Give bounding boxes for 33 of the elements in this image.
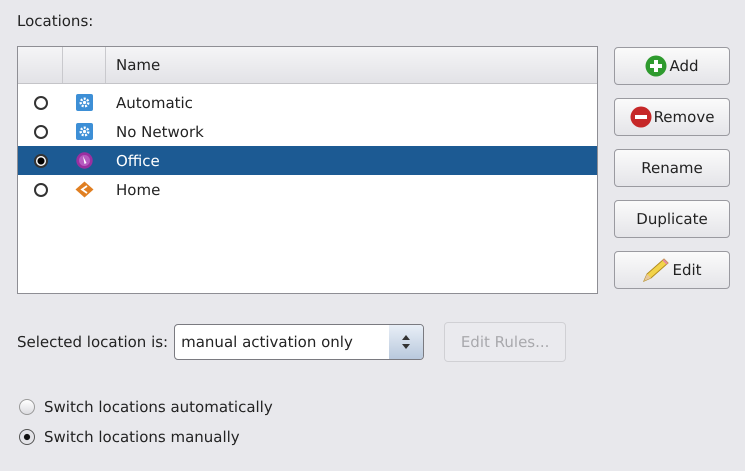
action-button[interactable]: Add	[614, 47, 730, 85]
action-button[interactable]: Remove	[614, 98, 730, 136]
location-name: Home	[115, 180, 160, 198]
location-name: Automatic	[115, 94, 193, 112]
location-row[interactable]: Office	[18, 146, 597, 175]
column-header[interactable]: Name	[106, 47, 160, 83]
radio-button[interactable]	[34, 154, 48, 168]
compass-icon	[76, 152, 93, 169]
action-button[interactable]: Rename	[614, 149, 730, 187]
option-label: Switch locations manually	[44, 428, 240, 446]
share-diamond-icon	[75, 181, 94, 198]
action-button[interactable]: Edit	[614, 251, 730, 289]
spinner-arrows-icon	[401, 334, 412, 350]
location-row[interactable]: No Network	[18, 117, 597, 146]
location-name: No Network	[115, 122, 204, 140]
action-button[interactable]: Duplicate	[614, 200, 730, 238]
gear-icon	[76, 94, 93, 111]
activation-dropdown[interactable]: manual activation only	[174, 324, 424, 360]
location-name: Office	[115, 152, 160, 170]
radio-button[interactable]	[34, 96, 48, 110]
radio-button[interactable]	[34, 124, 48, 138]
option-label: Switch locations automatically	[44, 398, 273, 416]
plus-icon	[645, 55, 668, 77]
minus-icon	[630, 106, 652, 128]
list-label: Locations:	[17, 12, 94, 32]
gear-icon	[76, 123, 93, 140]
radio-button[interactable]	[19, 399, 35, 415]
field-label: Selected location is:	[17, 333, 168, 351]
location-row[interactable]: Home	[18, 175, 597, 204]
radio-button[interactable]	[34, 182, 48, 196]
radio-button[interactable]	[19, 429, 35, 445]
location-row[interactable]: Automatic	[18, 88, 597, 117]
pencil-icon	[642, 257, 670, 283]
